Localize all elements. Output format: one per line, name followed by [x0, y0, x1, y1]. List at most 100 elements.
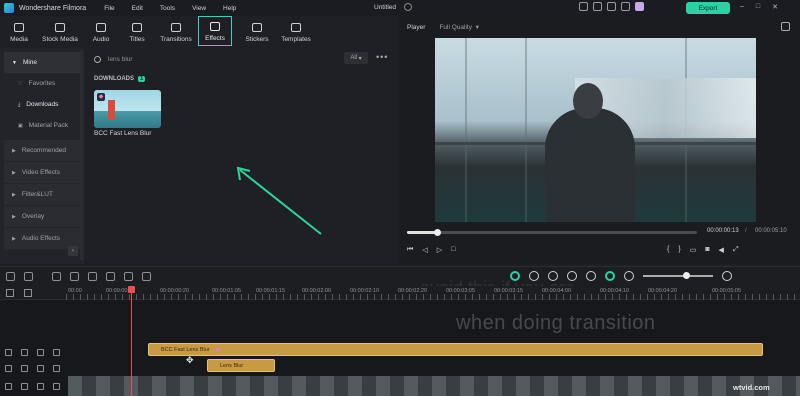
zoom-in-icon[interactable] [722, 271, 732, 281]
save-icon[interactable] [593, 2, 602, 11]
undo-icon[interactable] [52, 272, 61, 281]
quality-value: Full Quality [439, 24, 472, 31]
collapse-sidebar-button[interactable]: ‹ [68, 246, 78, 256]
link-tracks-icon[interactable] [24, 289, 32, 297]
play-icon[interactable]: ▷ [437, 246, 442, 254]
tab-titles[interactable]: Titles [120, 16, 154, 46]
progress-fill [407, 231, 437, 234]
tab-templates[interactable]: Templates [276, 16, 316, 46]
sidebar-item-overlay[interactable]: ▶ Overlay [4, 206, 81, 227]
link-icon[interactable] [605, 271, 615, 281]
tab-effects[interactable]: Effects [198, 16, 232, 46]
layout-icon[interactable] [6, 272, 15, 281]
playhead-handle[interactable] [128, 286, 135, 293]
redo-icon[interactable] [70, 272, 79, 281]
sidebar-scrollbar[interactable] [80, 50, 83, 260]
tab-audio[interactable]: Audio [84, 16, 118, 46]
volume-icon[interactable] [37, 348, 44, 356]
mark-out-icon[interactable]: } [678, 246, 680, 254]
add-track-icon[interactable] [6, 289, 14, 297]
video-preview[interactable] [435, 38, 756, 222]
trash-icon[interactable] [124, 272, 133, 281]
previous-frame-icon[interactable]: ⏮ [407, 246, 413, 254]
player-tools: { } ▭ ◙ ◀ ⤢ [667, 246, 739, 254]
move-cursor-icon: ✥ [186, 355, 194, 365]
progress-handle[interactable] [434, 229, 441, 236]
menu-help[interactable]: Help [223, 5, 236, 12]
mark-in-icon[interactable]: { [667, 246, 669, 254]
crop-icon[interactable] [142, 272, 151, 281]
sidebar-item-recommended[interactable]: ▶ Recommended [4, 140, 81, 161]
select-tool-icon[interactable] [24, 272, 33, 281]
more-options-icon[interactable]: ••• [376, 52, 388, 62]
snapshot-icon[interactable] [781, 22, 790, 31]
delete-icon[interactable] [88, 272, 97, 281]
tab-transitions[interactable]: Transitions [156, 16, 196, 46]
effect-thumbnail[interactable]: ◆ [94, 90, 161, 128]
title-bar: Wondershare Filmora File Edit Tools View… [0, 0, 800, 16]
close-icon[interactable]: ✕ [772, 3, 778, 11]
lock-icon[interactable] [21, 348, 28, 356]
templates-icon [291, 23, 301, 32]
notification-icon[interactable] [621, 2, 630, 11]
sidebar-item-mine[interactable]: ▼ Mine [4, 52, 81, 73]
rewind-icon[interactable]: ◁ [422, 246, 427, 254]
search-input[interactable]: lens blur [94, 52, 344, 66]
timeline-ruler[interactable]: 00:00 00:00:00:10 00:00:00:20 00:00:01:0… [0, 286, 800, 300]
volume-icon[interactable] [37, 382, 44, 390]
chevron-right-icon: ▶ [12, 169, 16, 176]
lock-icon[interactable] [21, 382, 28, 390]
menu-file[interactable]: File [104, 5, 114, 12]
tab-media[interactable]: Media [2, 16, 36, 46]
more-icon[interactable] [741, 271, 751, 281]
menu-view[interactable]: View [192, 5, 206, 12]
eye-icon[interactable] [53, 364, 60, 372]
export-button[interactable]: Export [686, 2, 730, 14]
effects-browser: lens blur All ▾ ••• DOWNLOADS 1 ◆ BCC Fas… [86, 48, 397, 264]
menu-tools[interactable]: Tools [160, 5, 175, 12]
cloud-status-icon[interactable] [404, 3, 412, 11]
eye-icon[interactable] [53, 348, 60, 356]
avatar[interactable] [635, 2, 644, 11]
sidebar-item-material-pack[interactable]: ▣ Material Pack [0, 115, 85, 136]
stop-icon[interactable]: □ [451, 246, 455, 254]
cut-icon[interactable] [106, 272, 115, 281]
display-icon[interactable]: ▭ [690, 246, 697, 254]
chevron-down-icon: ▼ [12, 59, 17, 66]
effect-clip-small[interactable]: Lens Blur [207, 359, 275, 372]
zoom-out-icon[interactable] [624, 271, 634, 281]
fullscreen-icon[interactable]: ⤢ [733, 246, 739, 254]
maximize-icon[interactable]: □ [756, 3, 760, 11]
video-clip[interactable] [68, 376, 800, 396]
effect-clip[interactable]: BCC Fast Lens Blur ◆ [148, 343, 763, 356]
track-type-icon [5, 382, 12, 390]
monitor-icon[interactable] [579, 2, 588, 11]
volume-icon[interactable]: ◀ [719, 246, 724, 254]
grid-icon[interactable] [607, 2, 616, 11]
filter-dropdown[interactable]: All ▾ [344, 52, 368, 64]
zoom-slider[interactable] [643, 272, 713, 279]
playhead[interactable] [131, 286, 132, 396]
ai-icon[interactable] [586, 271, 596, 281]
premium-gem-icon: ◆ [97, 93, 105, 101]
sidebar-item-video-effects[interactable]: ▶ Video Effects [4, 162, 81, 183]
clip-label: Lens Blur [220, 362, 244, 369]
sidebar-item-downloads[interactable]: ⤓ Downloads [0, 94, 85, 115]
ruler-label: 00:00:02:20 [398, 288, 428, 294]
volume-icon[interactable] [37, 364, 44, 372]
sidebar-item-filter-lut[interactable]: ▶ Filter&LUT [4, 184, 81, 205]
sidebar-item-favorites[interactable]: ♡ Favorites [0, 73, 85, 94]
lock-icon[interactable] [21, 364, 28, 372]
eye-icon[interactable] [53, 382, 60, 390]
camera-icon[interactable]: ◙ [705, 246, 709, 254]
tab-stock-media[interactable]: Stock Media [38, 16, 82, 46]
tab-stickers[interactable]: Stickers [240, 16, 274, 46]
tab-label: Titles [129, 36, 145, 43]
video-pole [465, 38, 467, 222]
tab-label: Transitions [160, 36, 192, 43]
playback-progress-bar[interactable] [407, 229, 697, 236]
menu-edit[interactable]: Edit [132, 5, 143, 12]
zoom-handle[interactable] [683, 272, 690, 279]
minimize-icon[interactable]: – [740, 3, 744, 11]
quality-dropdown[interactable]: Full Quality ▾ [439, 23, 478, 31]
